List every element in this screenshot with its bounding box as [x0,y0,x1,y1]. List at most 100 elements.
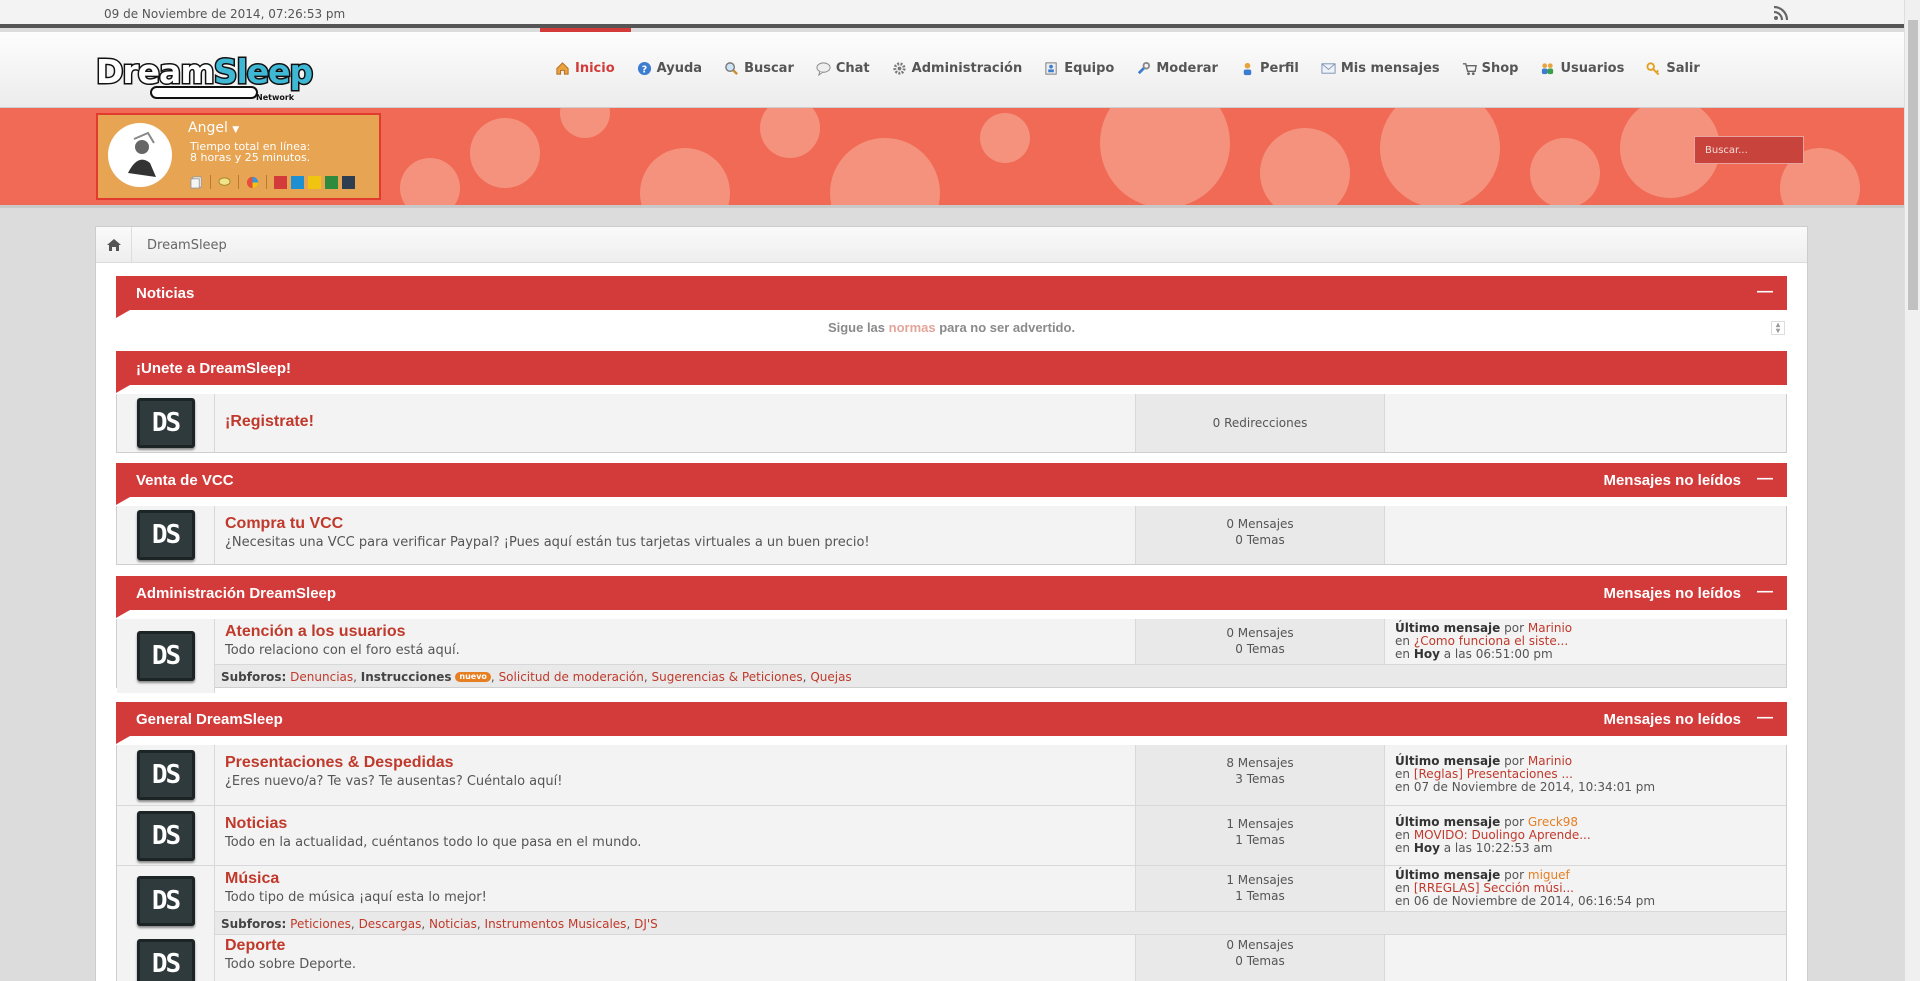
help-icon: ? [637,61,651,75]
nav-mis-mensajes[interactable]: Mis mensajes [1321,61,1440,76]
last-post-topic[interactable]: MOVIDO: Duolingo Aprende... [1414,828,1591,842]
theme-swatch-yellow[interactable] [308,175,321,189]
forum-stats: 0 Mensajes 0 Temas [1135,935,1385,981]
subforum-link[interactable]: Noticias [429,917,477,931]
board-icon: DS [136,398,195,448]
last-post-user[interactable]: Marinio [1528,621,1572,635]
theme-swatch-green[interactable] [325,175,338,189]
forum-title[interactable]: Noticias [225,815,1125,833]
home-icon[interactable] [96,227,132,263]
forum-table-admin: DS Atención a los usuarios Todo relaciono… [116,619,1787,693]
theme-swatch-red[interactable] [274,175,287,189]
nav-ayuda[interactable]: ? Ayuda [637,61,702,76]
collapse-icon[interactable]: — [1757,283,1773,301]
forum-stats: 1 Mensajes 1 Temas [1135,806,1385,865]
forum-row: DS Presentaciones & Despedidas ¿Eres nuev… [117,745,1786,805]
svg-text:?: ? [641,64,646,75]
user-icon [1243,62,1252,76]
subforum-link[interactable]: Sugerencias & Peticiones [652,670,803,684]
subforum-link[interactable]: Instrumentos Musicales [485,917,627,931]
documents-icon[interactable] [190,175,203,189]
category-general: General DreamSleep Mensajes no leídos — [116,702,1787,744]
forum-title[interactable]: Compra tu VCC [225,515,1125,533]
last-post: Último mensaje por Marinio en ¿Como func… [1395,621,1573,661]
subforum-link[interactable]: DJ'S [634,917,658,931]
scroll-arrows-icon[interactable]: ▴ ▾ [1771,321,1785,335]
forum-row: DS Música Todo tipo de música ¡aquí esta … [117,865,1786,936]
search-icon [725,62,739,75]
forum-title[interactable]: Presentaciones & Despedidas [225,754,1125,772]
subforum-link[interactable]: Descargas [359,917,422,931]
forum-stats: 0 Mensajes 0 Temas [1135,619,1385,664]
nav-equipo[interactable]: Equipo [1044,61,1114,76]
scrollbar-thumb[interactable] [1908,20,1918,310]
key-icon [1646,62,1660,76]
cart-icon [1462,63,1477,76]
search-input[interactable]: Buscar... [1694,136,1804,164]
theme-swatch-navy[interactable] [342,175,355,189]
last-post: Último mensaje por Greck98 en MOVIDO: Du… [1395,815,1591,855]
unread-posts-link[interactable]: Mensajes no leídos [1603,585,1741,602]
last-post-topic[interactable]: ¿Como funciona el siste... [1414,634,1568,648]
board-icon: DS [136,750,195,800]
last-post-topic[interactable]: [Reglas] Presentaciones ... [1414,767,1573,781]
nav-buscar[interactable]: Buscar [724,61,794,76]
nav-chat[interactable]: Chat [816,61,870,76]
palette-icon[interactable] [246,176,259,189]
nav-inicio[interactable]: Inicio [555,61,615,76]
top-strip: 09 de Noviembre de 2014, 07:26:53 pm [0,0,1904,28]
rules-link[interactable]: normas [889,320,936,335]
forum-stats: 0 Mensajes 0 Temas [1135,506,1385,564]
user-panel: Angel ▼ Tiempo total en línea: 8 horas y … [96,113,381,200]
rss-icon[interactable] [1773,5,1789,21]
current-datetime: 09 de Noviembre de 2014, 07:26:53 pm [104,7,346,21]
page-scrollbar[interactable] [1904,0,1920,981]
forum-row: DS Compra tu VCC ¿Necesitas una VCC para … [117,506,1786,564]
avatar[interactable] [108,123,172,187]
content-card: DreamSleep Noticias — Sigue las normas p… [95,226,1808,981]
chat-icon[interactable] [218,176,231,189]
board-icon: DS [136,631,195,681]
last-post-user[interactable]: Greck98 [1528,815,1578,829]
collapse-icon[interactable]: — [1757,470,1773,488]
rules-notice: Sigue las normas para no ser advertido. … [116,313,1787,343]
nav-perfil[interactable]: Perfil [1240,61,1299,76]
last-post-topic[interactable]: [RREGLAS] Sección músi... [1414,881,1574,895]
unread-posts-link[interactable]: Mensajes no leídos [1603,711,1741,728]
forum-title[interactable]: Música [225,870,1125,888]
unread-posts-link[interactable]: Mensajes no leídos [1603,472,1741,489]
mail-icon [1321,63,1336,74]
site-logo[interactable]: DreamSleep Network [95,52,315,102]
subforum-link[interactable]: Instrucciones [361,670,452,684]
chevron-down-icon[interactable]: ▼ [232,125,239,135]
subforum-link[interactable]: Solicitud de moderación [499,670,644,684]
subforums: Subforos: Peticiones, Descargas, Noticia… [117,911,1786,934]
category-admin: Administración DreamSleep Mensajes no le… [116,576,1787,618]
users-icon [1542,63,1554,75]
subforum-link[interactable]: Peticiones [290,917,351,931]
user-name[interactable]: Angel ▼ [188,120,239,136]
nav-usuarios[interactable]: Usuarios [1540,61,1624,76]
breadcrumb: DreamSleep [96,227,1807,263]
category-noticias: Noticias — [116,276,1787,318]
theme-swatch-blue[interactable] [291,175,304,189]
breadcrumb-item[interactable]: DreamSleep [147,238,227,253]
subforum-link[interactable]: Quejas [810,670,851,684]
collapse-icon[interactable]: — [1757,709,1773,727]
forum-table-vcc: DS Compra tu VCC ¿Necesitas una VCC para … [116,506,1787,565]
online-time: Tiempo total en línea: 8 horas y 25 minut… [190,140,311,164]
forum-title[interactable]: Atención a los usuarios [225,623,1125,641]
nav-shop[interactable]: Shop [1462,61,1518,76]
board-icon: DS [136,510,195,560]
forum-title[interactable]: Deporte [225,937,1125,955]
forum-row: DS Deporte Todo sobre Deporte. 0 Mensajes… [117,934,1786,981]
forum-title[interactable]: ¡Registrate! [225,413,1125,431]
collapse-icon[interactable]: — [1757,583,1773,601]
last-post-user[interactable]: miguef [1528,868,1570,882]
nav-moderar[interactable]: Moderar [1136,61,1218,76]
subforum-link[interactable]: Denuncias [290,670,353,684]
nav-salir[interactable]: Salir [1646,61,1700,76]
forum-table-general: DS Presentaciones & Despedidas ¿Eres nuev… [116,745,1787,981]
last-post-user[interactable]: Marinio [1528,754,1572,768]
nav-administracion[interactable]: Administración [892,61,1022,76]
